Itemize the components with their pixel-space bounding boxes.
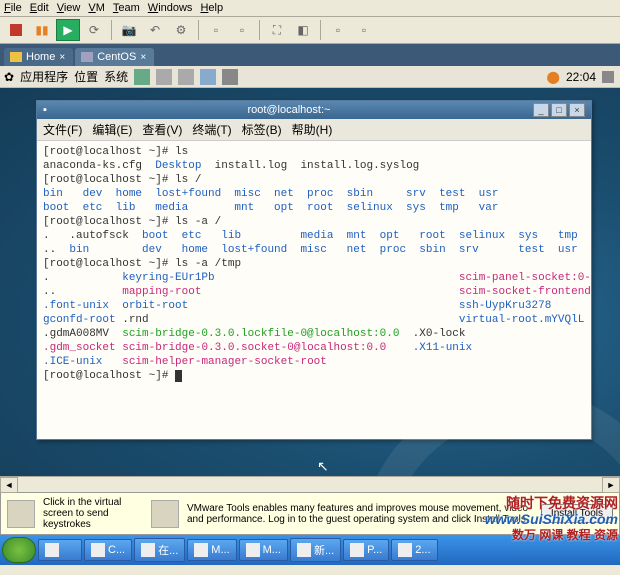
host-toolbar: ▮▮ ▶ ⟳ 📷 ↶ ⚙ ▫ ▫ ⛶ ◧ ▫ ▫	[0, 17, 620, 44]
launcher-icon[interactable]	[222, 69, 238, 85]
taskbar-item[interactable]: 2...	[391, 539, 437, 561]
term-menu-tabs[interactable]: 标签(B)	[242, 121, 282, 138]
taskbar-item[interactable]: P...	[343, 539, 389, 561]
suspend-button[interactable]: ▮▮	[30, 19, 54, 41]
volume-icon[interactable]	[602, 71, 614, 83]
toolbar-button-b[interactable]: ▫	[230, 19, 254, 41]
taskbar-item[interactable]: M...	[187, 539, 236, 561]
vm-tabbar: Home× CentOS×	[0, 44, 620, 66]
taskbar-item[interactable]: 在...	[134, 538, 185, 562]
panel-icon[interactable]: ✿	[4, 70, 14, 84]
menu-windows[interactable]: Windows	[148, 2, 193, 14]
reset-button[interactable]: ⟳	[82, 19, 106, 41]
terminal-menubar: 文件(F) 编辑(E) 查看(V) 终端(T) 标签(B) 帮助(H)	[37, 119, 591, 141]
term-menu-file[interactable]: 文件(F)	[43, 121, 82, 138]
separator	[320, 20, 321, 40]
update-icon[interactable]: ⬤	[547, 70, 560, 84]
quicklaunch-button[interactable]	[38, 539, 82, 561]
app-icon	[246, 543, 260, 557]
manage-button[interactable]: ⚙	[169, 19, 193, 41]
app-icon	[194, 543, 208, 557]
gnome-top-panel: ✿ 应用程序 位置 系统 ⬤ 22:04	[0, 66, 620, 88]
power-off-button[interactable]	[4, 19, 28, 41]
disc-icon	[151, 500, 179, 528]
host-menubar: File Edit View VM Team Windows Help	[0, 0, 620, 17]
windows-taskbar: C... 在... M... M... 新... P... 2...	[0, 535, 620, 565]
menu-edit[interactable]: Edit	[30, 2, 49, 14]
power-on-button[interactable]: ▶	[56, 19, 80, 41]
launcher-icon[interactable]	[156, 69, 172, 85]
tab-home[interactable]: Home×	[4, 48, 73, 66]
separator	[259, 20, 260, 40]
hint-text-grab: Click in the virtual screen to send keys…	[43, 497, 143, 530]
term-menu-view[interactable]: 查看(V)	[142, 121, 182, 138]
fullscreen-button[interactable]: ⛶	[265, 19, 289, 41]
app-icon	[141, 543, 155, 557]
tab-centos[interactable]: CentOS×	[75, 48, 154, 66]
maximize-button[interactable]: □	[551, 103, 567, 117]
window-title: root@localhost:~	[47, 104, 531, 116]
menu-view[interactable]: View	[57, 2, 81, 14]
terminal-window: ▪ root@localhost:~ _ □ × 文件(F) 编辑(E) 查看(…	[36, 100, 592, 440]
vm-icon	[81, 52, 93, 62]
menu-file[interactable]: File	[4, 2, 22, 14]
launcher-icon[interactable]	[200, 69, 216, 85]
terminal-output[interactable]: [root@localhost ~]# lsanaconda-ks.cfg De…	[37, 141, 591, 439]
menu-help[interactable]: Help	[200, 2, 223, 14]
close-icon[interactable]: ×	[140, 52, 146, 63]
close-icon[interactable]: ×	[59, 52, 65, 63]
mouse-cursor: ↖	[317, 458, 329, 475]
applications-menu[interactable]: 应用程序	[20, 68, 68, 85]
taskbar-item[interactable]: 新...	[290, 538, 341, 562]
vmware-hint-bar: Click in the virtual screen to send keys…	[0, 492, 620, 535]
terminal-titlebar[interactable]: ▪ root@localhost:~ _ □ ×	[37, 101, 591, 119]
menu-vm[interactable]: VM	[88, 2, 105, 14]
term-menu-terminal[interactable]: 终端(T)	[192, 121, 231, 138]
unity-button[interactable]: ◧	[291, 19, 315, 41]
app-icon	[398, 543, 412, 557]
app-icon	[297, 543, 311, 557]
app-icon	[350, 543, 364, 557]
launcher-icon[interactable]	[178, 69, 194, 85]
app-icon	[91, 543, 105, 557]
clock[interactable]: 22:04	[566, 70, 596, 84]
menu-team[interactable]: Team	[113, 2, 140, 14]
toolbar-button-a[interactable]: ▫	[204, 19, 228, 41]
app-icon	[45, 543, 59, 557]
toolbar-button-c[interactable]: ▫	[326, 19, 350, 41]
revert-button[interactable]: ↶	[143, 19, 167, 41]
close-button[interactable]: ×	[569, 103, 585, 117]
start-button[interactable]	[2, 537, 36, 563]
horizontal-scrollbar[interactable]	[0, 476, 620, 492]
snapshot-button[interactable]: 📷	[117, 19, 141, 41]
separator	[198, 20, 199, 40]
guest-desktop[interactable]: ▪ root@localhost:~ _ □ × 文件(F) 编辑(E) 查看(…	[0, 88, 620, 476]
home-icon	[10, 52, 22, 62]
system-menu[interactable]: 系统	[104, 68, 128, 85]
install-tools-button[interactable]: Install Tools	[541, 504, 613, 523]
minimize-button[interactable]: _	[533, 103, 549, 117]
launcher-icon[interactable]	[134, 69, 150, 85]
term-menu-edit[interactable]: 编辑(E)	[92, 121, 132, 138]
taskbar-item[interactable]: M...	[239, 539, 288, 561]
separator	[111, 20, 112, 40]
toolbar-button-d[interactable]: ▫	[352, 19, 376, 41]
taskbar-item[interactable]: C...	[84, 539, 132, 561]
places-menu[interactable]: 位置	[74, 68, 98, 85]
keyboard-icon	[7, 500, 35, 528]
hint-text-tools: VMware Tools enables many features and i…	[187, 503, 533, 525]
term-menu-help[interactable]: 帮助(H)	[292, 121, 333, 138]
